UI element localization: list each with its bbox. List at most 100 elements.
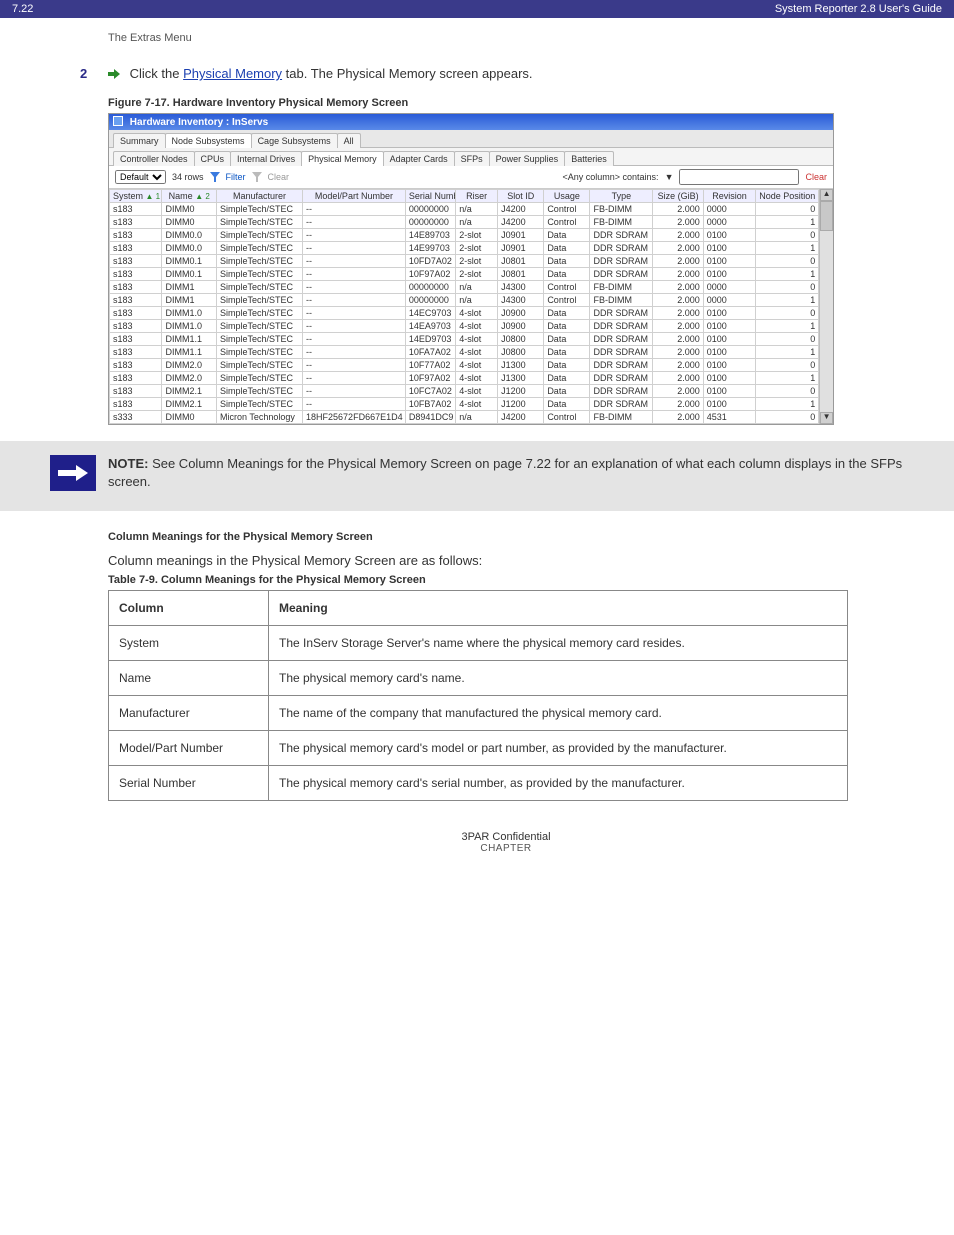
meanings-cell: The InServ Storage Server's name where t…: [269, 626, 848, 661]
cell: 14ED9703: [405, 333, 455, 346]
cell: 4-slot: [456, 359, 498, 372]
col-manufacturer[interactable]: Manufacturer: [217, 190, 303, 203]
table-row[interactable]: s333DIMM0Micron Technology18HF25672FD667…: [110, 411, 819, 424]
tab-all[interactable]: All: [337, 133, 361, 148]
clear-search[interactable]: Clear: [805, 172, 827, 182]
table-row[interactable]: s183DIMM2.0SimpleTech/STEC--10F77A024-sl…: [110, 359, 819, 372]
cell: SimpleTech/STEC: [217, 255, 303, 268]
subtab-power-supplies[interactable]: Power Supplies: [489, 151, 566, 166]
table-row[interactable]: s183DIMM0SimpleTech/STEC--00000000n/aJ42…: [110, 203, 819, 216]
cell: J0900: [498, 307, 544, 320]
cell: 4-slot: [456, 398, 498, 411]
table-row[interactable]: s183DIMM0.0SimpleTech/STEC--14E997032-sl…: [110, 242, 819, 255]
cell: J4300: [498, 281, 544, 294]
meanings-col-meaning: Meaning: [269, 591, 848, 626]
filter-link[interactable]: Filter: [226, 172, 246, 182]
tab-cage-subsystems[interactable]: Cage Subsystems: [251, 133, 338, 148]
cell: 0100: [703, 320, 755, 333]
col-system[interactable]: System ▲ 1: [110, 190, 162, 203]
cell: 0100: [703, 242, 755, 255]
cell: s183: [110, 255, 162, 268]
subtab-internal-drives[interactable]: Internal Drives: [230, 151, 302, 166]
scroll-thumb[interactable]: [820, 201, 833, 231]
table-row[interactable]: s183DIMM2.1SimpleTech/STEC--10FB7A024-sl…: [110, 398, 819, 411]
meanings-col-column: Column: [109, 591, 269, 626]
cell: s183: [110, 372, 162, 385]
table-row[interactable]: s183DIMM2.1SimpleTech/STEC--10FC7A024-sl…: [110, 385, 819, 398]
cell: 2-slot: [456, 229, 498, 242]
subtab-controller-nodes[interactable]: Controller Nodes: [113, 151, 195, 166]
tab-summary[interactable]: Summary: [113, 133, 166, 148]
cell: J1300: [498, 359, 544, 372]
table-row[interactable]: s183DIMM1.1SimpleTech/STEC--14ED97034-sl…: [110, 333, 819, 346]
table-row[interactable]: s183DIMM0.1SimpleTech/STEC--10FD7A022-sl…: [110, 255, 819, 268]
cell: DDR SDRAM: [590, 398, 653, 411]
table-row[interactable]: s183DIMM1.1SimpleTech/STEC--10FA7A024-sl…: [110, 346, 819, 359]
cell: DDR SDRAM: [590, 229, 653, 242]
cell: 2-slot: [456, 255, 498, 268]
cell: SimpleTech/STEC: [217, 281, 303, 294]
col-name[interactable]: Name ▲ 2: [162, 190, 217, 203]
table-row[interactable]: s183DIMM1.0SimpleTech/STEC--14EC97034-sl…: [110, 307, 819, 320]
cell: s183: [110, 385, 162, 398]
physical-memory-link[interactable]: Physical Memory: [183, 66, 282, 81]
cell: s183: [110, 294, 162, 307]
col-serial-number[interactable]: Serial Number: [405, 190, 455, 203]
cell: DIMM1: [162, 281, 217, 294]
cell: 00000000: [405, 281, 455, 294]
breadcrumb: The Extras Menu: [0, 32, 954, 44]
cell: s183: [110, 307, 162, 320]
tab-node-subsystems[interactable]: Node Subsystems: [165, 133, 252, 148]
col-revision[interactable]: Revision: [703, 190, 755, 203]
table-row[interactable]: s183DIMM1SimpleTech/STEC--00000000n/aJ43…: [110, 281, 819, 294]
cell: DIMM2.0: [162, 372, 217, 385]
table-row[interactable]: s183DIMM2.0SimpleTech/STEC--10F97A024-sl…: [110, 372, 819, 385]
subtab-sfps[interactable]: SFPs: [454, 151, 490, 166]
scrollbar[interactable]: ▲ ▼: [819, 189, 833, 424]
cell: Control: [544, 411, 590, 424]
cell: DIMM2.1: [162, 385, 217, 398]
table-row[interactable]: s183DIMM0.1SimpleTech/STEC--10F97A022-sl…: [110, 268, 819, 281]
search-input[interactable]: [679, 169, 799, 185]
cell: 0: [756, 203, 819, 216]
cell: 10FC7A02: [405, 385, 455, 398]
view-select[interactable]: Default: [115, 170, 166, 184]
col-node-position[interactable]: Node Position: [756, 190, 819, 203]
cell: 4-slot: [456, 320, 498, 333]
subtab-batteries[interactable]: Batteries: [564, 151, 614, 166]
cell: 2.000: [653, 320, 703, 333]
cell: FB-DIMM: [590, 281, 653, 294]
meanings-title: Column Meanings for the Physical Memory …: [108, 531, 904, 543]
col-model-part-number[interactable]: Model/Part Number: [303, 190, 406, 203]
cell: s183: [110, 203, 162, 216]
cell: 0100: [703, 398, 755, 411]
meanings-lead: Column meanings in the Physical Memory S…: [108, 553, 904, 568]
table-row[interactable]: s183DIMM0SimpleTech/STEC--00000000n/aJ42…: [110, 216, 819, 229]
page-number: 7.22: [12, 3, 33, 15]
cell: 2.000: [653, 203, 703, 216]
col-usage[interactable]: Usage: [544, 190, 590, 203]
scroll-down-icon[interactable]: ▼: [820, 412, 833, 424]
cell: SimpleTech/STEC: [217, 385, 303, 398]
subtab-cpus[interactable]: CPUs: [194, 151, 232, 166]
cell: 0: [756, 333, 819, 346]
cell: SimpleTech/STEC: [217, 346, 303, 359]
table-row[interactable]: s183DIMM1.0SimpleTech/STEC--14EA97034-sl…: [110, 320, 819, 333]
cell: J0901: [498, 242, 544, 255]
table-row[interactable]: s183DIMM1SimpleTech/STEC--00000000n/aJ43…: [110, 294, 819, 307]
col-size-gib-[interactable]: Size (GiB): [653, 190, 703, 203]
subtab-adapter-cards[interactable]: Adapter Cards: [383, 151, 455, 166]
arrow-right-icon: [108, 67, 120, 77]
col-slot-id[interactable]: Slot ID: [498, 190, 544, 203]
dropdown-icon[interactable]: ▼: [665, 172, 674, 182]
cell: 4-slot: [456, 385, 498, 398]
col-type[interactable]: Type: [590, 190, 653, 203]
cell: DIMM0.1: [162, 268, 217, 281]
cell: --: [303, 294, 406, 307]
scroll-up-icon[interactable]: ▲: [820, 189, 833, 201]
subtab-physical-memory[interactable]: Physical Memory: [301, 151, 384, 166]
meanings-cell: Manufacturer: [109, 696, 269, 731]
col-riser[interactable]: Riser: [456, 190, 498, 203]
cell: 4-slot: [456, 333, 498, 346]
table-row[interactable]: s183DIMM0.0SimpleTech/STEC--14E897032-sl…: [110, 229, 819, 242]
